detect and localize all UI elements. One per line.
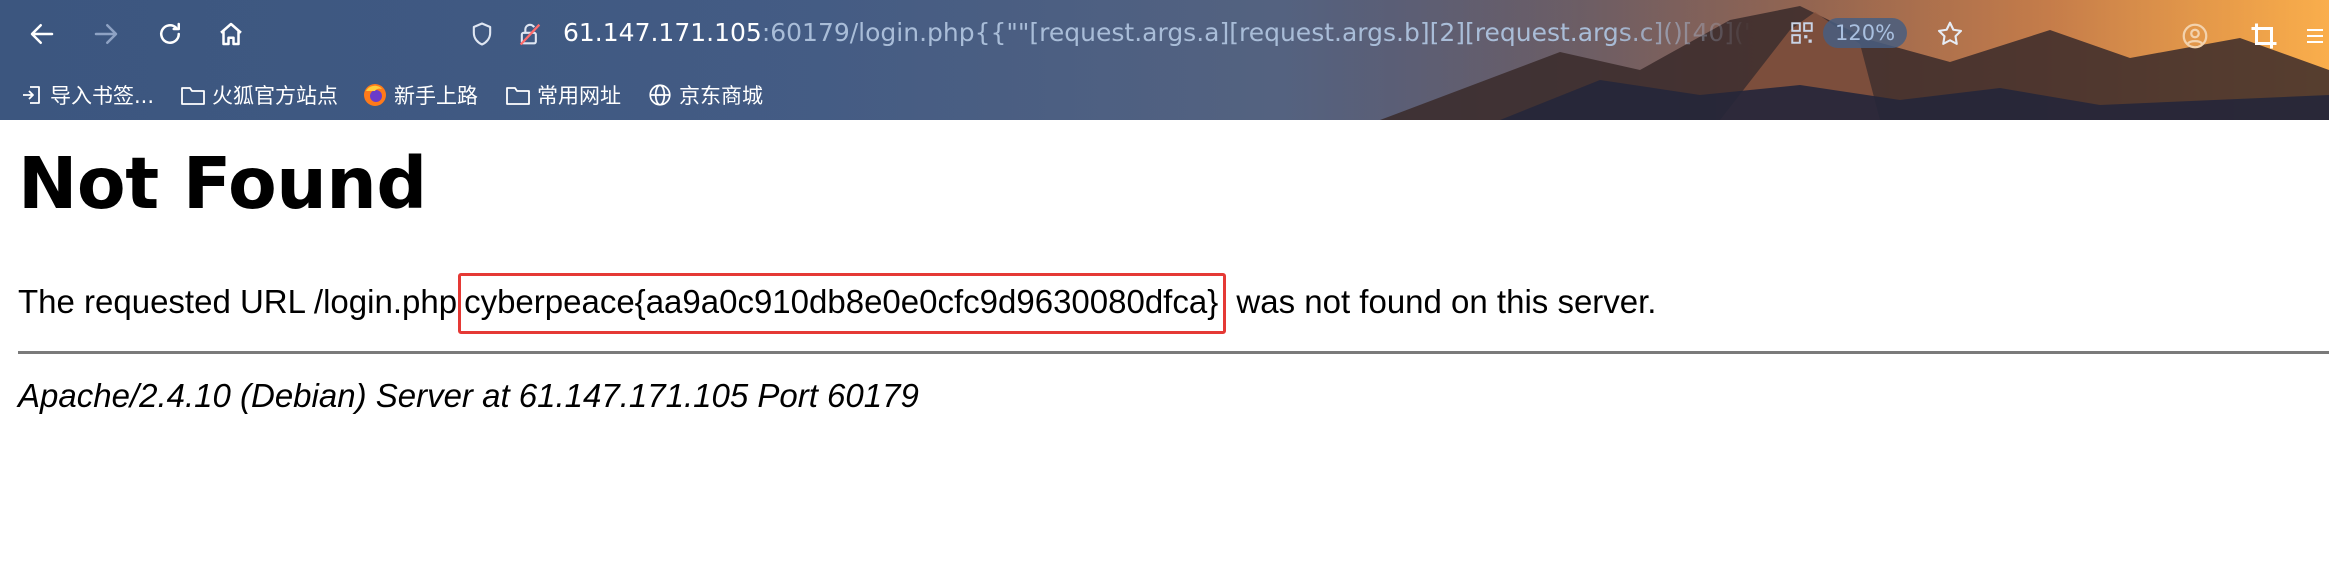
folder-icon: [505, 83, 531, 107]
screenshot-button[interactable]: [2244, 16, 2284, 56]
url-host: 61.147.171.105: [563, 18, 762, 47]
bookmarks-toolbar: 导入书签... 火狐官方站点 新手上路 常用网址 京东商城: [0, 74, 2329, 116]
bookmark-label: 导入书签...: [50, 84, 155, 108]
back-button[interactable]: [22, 14, 62, 54]
globe-icon: [647, 82, 673, 108]
home-button[interactable]: [211, 14, 251, 54]
star-icon: [1937, 21, 1963, 45]
flag-text: cyberpeace{aa9a0c910db8e0e0cfc9d9630080d…: [464, 283, 1219, 320]
message-prefix: The requested URL /login.php: [18, 283, 458, 320]
menu-button[interactable]: [2300, 16, 2329, 56]
bookmark-import[interactable]: 导入书签...: [20, 78, 154, 112]
bookmark-label: 京东商城: [679, 84, 763, 108]
flag-highlight: cyberpeace{aa9a0c910db8e0e0cfc9d9630080d…: [458, 273, 1227, 334]
browser-toolbar: 61.147.171.105:60179/login.php{{""[reque…: [0, 0, 2329, 120]
bookmark-label: 常用网址: [537, 84, 621, 108]
account-icon: [2182, 23, 2208, 49]
forward-button[interactable]: [86, 14, 126, 54]
url-text[interactable]: 61.147.171.105:60179/login.php{{""[reque…: [563, 18, 1753, 47]
account-button[interactable]: [2175, 16, 2215, 56]
bookmark-label: 火狐官方站点: [212, 84, 338, 108]
firefox-icon: [362, 82, 388, 108]
qr-code-button[interactable]: [1787, 18, 1817, 48]
address-bar[interactable]: 61.147.171.105:60179/login.php{{""[reque…: [455, 10, 2020, 58]
arrow-right-icon: [94, 24, 118, 44]
bookmark-common-sites[interactable]: 常用网址: [505, 78, 621, 112]
message-suffix: was not found on this server.: [1227, 283, 1657, 320]
reload-icon: [160, 22, 180, 44]
bookmark-jd[interactable]: 京东商城: [647, 78, 763, 112]
page-title: Not Found: [18, 142, 427, 225]
home-icon: [220, 22, 242, 46]
divider: [18, 351, 2329, 354]
url-path: :60179/login.php{{""[request.args.a][req…: [761, 18, 1753, 47]
crop-icon: [2251, 23, 2277, 49]
bookmark-getting-started[interactable]: 新手上路: [362, 78, 478, 112]
insecure-lock-icon: [519, 23, 541, 46]
error-message: The requested URL /login.php cyberpeace{a…: [18, 273, 1656, 334]
site-info-button[interactable]: [512, 16, 548, 52]
menu-icon: [2306, 29, 2323, 43]
bookmark-firefox-site[interactable]: 火狐官方站点: [180, 78, 338, 112]
import-icon: [20, 83, 44, 107]
reload-button[interactable]: [150, 14, 190, 54]
tracking-protection-button[interactable]: [464, 16, 500, 52]
server-signature: Apache/2.4.10 (Debian) Server at 61.147.…: [18, 377, 919, 414]
shield-icon: [472, 22, 492, 46]
qr-code-icon: [1791, 22, 1813, 44]
arrow-left-icon: [30, 24, 54, 44]
folder-icon: [180, 83, 206, 107]
bookmark-label: 新手上路: [394, 84, 478, 108]
zoom-level-badge[interactable]: 120%: [1823, 18, 1908, 48]
bookmark-star-button[interactable]: [1932, 16, 1968, 52]
